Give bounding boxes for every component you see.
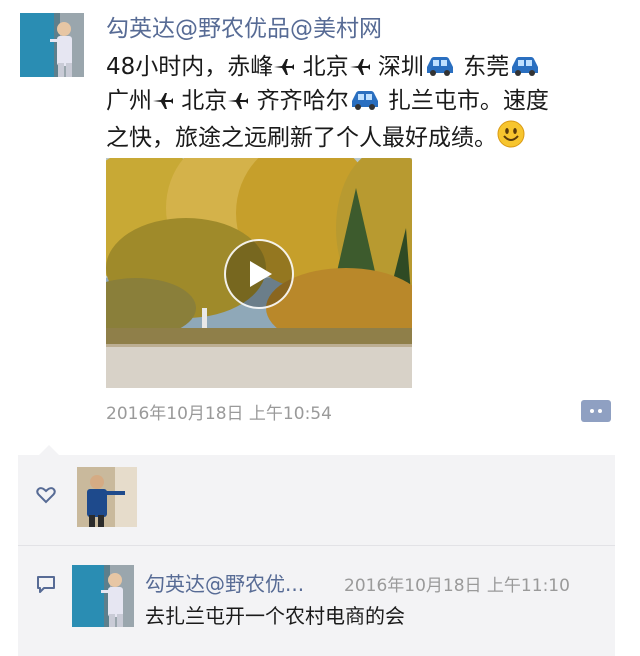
post-text-line-2: 广州 北京 齐齐哈尔 扎兰屯市。速度 xyxy=(106,86,626,120)
text-segment: 之快，旅途之远刷新了个人最好成绩。 xyxy=(106,125,497,151)
airplane-icon xyxy=(227,89,249,120)
smiley-icon xyxy=(497,120,525,157)
text-segment: 北京 xyxy=(295,54,349,80)
divider xyxy=(18,545,615,546)
text-segment: 深圳 xyxy=(370,54,424,80)
text-segment: 扎兰屯市。速度 xyxy=(380,88,549,114)
play-button[interactable] xyxy=(224,239,294,309)
text-segment: 东莞 xyxy=(455,54,510,80)
comment-author[interactable]: 勾英达@野农优... xyxy=(145,568,304,597)
car-icon xyxy=(424,55,456,86)
post-timestamp: 2016年10月18日 上午10:54 xyxy=(106,404,332,424)
text-segment: 齐齐哈尔 xyxy=(249,88,349,114)
commenter-avatar[interactable] xyxy=(72,565,134,627)
post-text-line-1: 48小时内，赤峰 北京 深圳 东莞 xyxy=(106,52,626,86)
text-segment: 广州 xyxy=(106,88,152,114)
airplane-icon xyxy=(152,89,174,120)
comment-icon xyxy=(36,574,56,598)
car-icon xyxy=(509,55,541,86)
airplane-icon xyxy=(273,55,295,86)
author-name[interactable]: 勾英达@野农优品@美村网 xyxy=(106,15,382,43)
airplane-icon xyxy=(349,55,371,86)
car-icon xyxy=(349,89,381,120)
author-avatar[interactable] xyxy=(20,13,84,77)
text-segment: 北京 xyxy=(174,88,228,114)
text-segment: 48小时内，赤峰 xyxy=(106,54,274,80)
comment-menu-icon[interactable] xyxy=(581,400,611,422)
comment-timestamp: 2016年10月18日 上午11:10 xyxy=(344,576,570,596)
heart-icon xyxy=(36,486,56,508)
liker-avatar[interactable] xyxy=(77,467,137,527)
comment-text[interactable]: 去扎兰屯开一个农村电商的会 xyxy=(145,600,405,629)
menu-dot xyxy=(598,409,602,413)
post-text-line-3: 之快，旅途之远刷新了个人最好成绩。 xyxy=(106,120,626,157)
menu-dot xyxy=(590,409,594,413)
post-text: 48小时内，赤峰 北京 深圳 东莞 广州 北京 齐齐哈尔 扎兰屯市。速度 之快，… xyxy=(106,52,626,157)
play-icon xyxy=(250,261,272,287)
